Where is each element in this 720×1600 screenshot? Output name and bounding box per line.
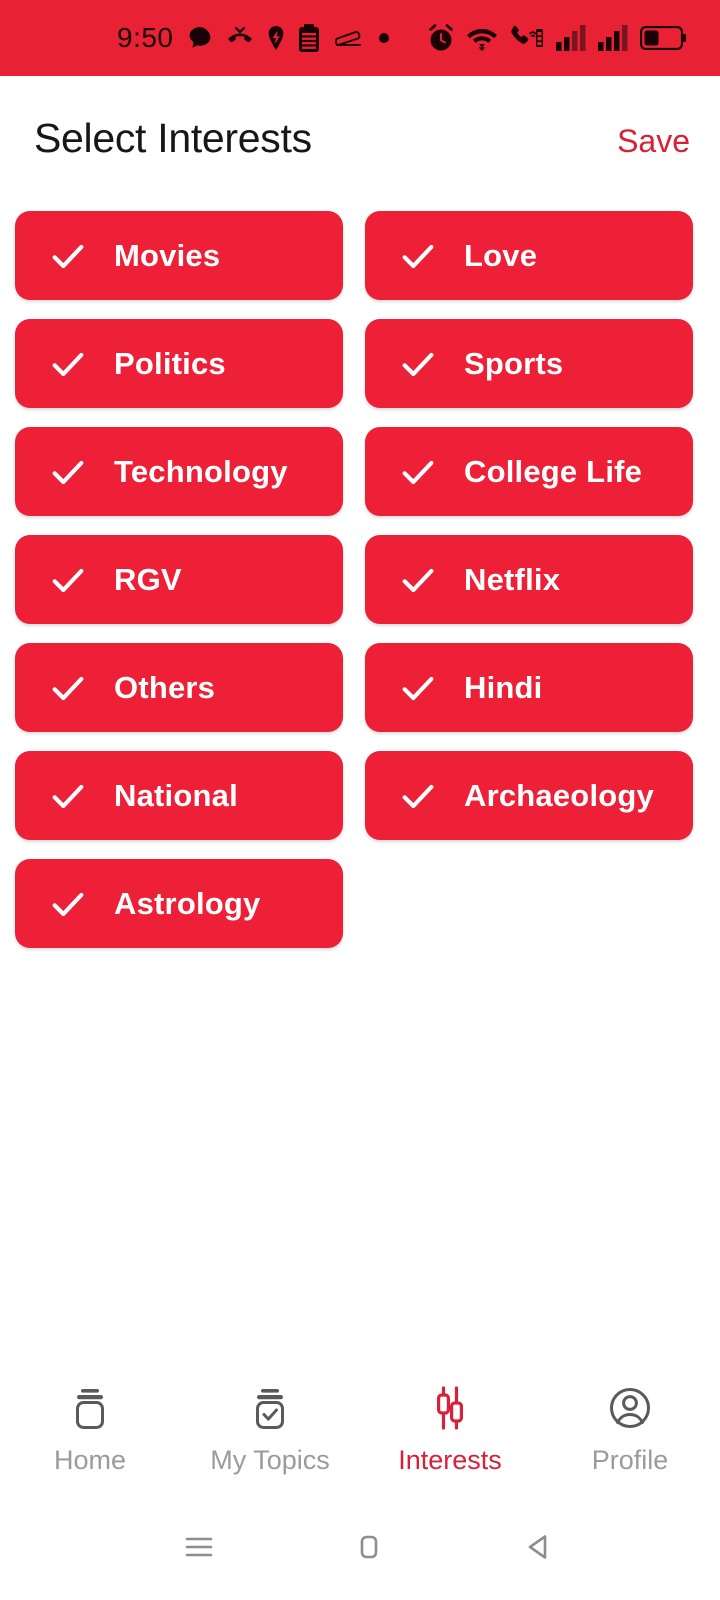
interest-chip[interactable]: Sports (365, 319, 693, 408)
phone-screen: 9:50 Select Interests Save Movies Love P… (0, 0, 720, 1600)
interest-chip-label: National (114, 778, 238, 813)
interest-chip-label: College Life (464, 454, 643, 489)
save-button[interactable]: Save (615, 125, 692, 157)
location-pin-icon (268, 26, 283, 50)
battery-icon (640, 26, 686, 50)
check-icon (52, 784, 84, 808)
chat-bubble-icon (189, 27, 210, 48)
interest-chip[interactable]: Others (15, 643, 343, 732)
page-header: Select Interests Save (0, 76, 720, 159)
interest-chip-label: Hindi (464, 670, 543, 705)
check-icon (52, 460, 84, 484)
interest-chip-label: Movies (114, 238, 221, 273)
check-icon (52, 892, 84, 916)
interest-chip[interactable]: RGV (15, 535, 343, 624)
tab-profile[interactable]: Profile (540, 1382, 720, 1474)
check-icon (402, 460, 434, 484)
tab-my-topics[interactable]: My Topics (180, 1382, 360, 1474)
recents-icon[interactable] (181, 1529, 217, 1568)
interest-chip-label: RGV (114, 562, 182, 597)
battery-saver-icon (298, 24, 319, 52)
check-icon (402, 244, 434, 268)
interest-chip[interactable]: Astrology (15, 859, 343, 948)
home-icon[interactable] (351, 1529, 387, 1568)
check-icon (52, 676, 84, 700)
dot-icon (378, 33, 389, 43)
newspaper-check-icon (256, 1389, 284, 1429)
missed-call-icon (227, 26, 252, 43)
check-icon (402, 352, 434, 376)
check-icon (52, 352, 84, 376)
interest-chip-label: Astrology (114, 886, 261, 921)
account-circle-icon (610, 1388, 650, 1428)
check-icon (52, 568, 84, 592)
interest-chip[interactable]: Hindi (365, 643, 693, 732)
tab-my-topics-label: My Topics (210, 1445, 330, 1475)
interest-chip[interactable]: Politics (15, 319, 343, 408)
back-icon[interactable] (521, 1529, 557, 1568)
interest-chip-label: Sports (464, 346, 564, 381)
tab-interests-label: Interests (398, 1445, 502, 1475)
interest-chip-label: Love (464, 238, 538, 273)
interest-chip[interactable]: Netflix (365, 535, 693, 624)
tab-home[interactable]: Home (0, 1382, 180, 1474)
interests-list: Movies Love Politics Sports Technology Colleg… (0, 159, 720, 1366)
status-bar: 9:50 (0, 0, 720, 76)
interest-chip-label: Others (114, 670, 216, 705)
interest-chip-label: Politics (114, 346, 226, 381)
check-icon (52, 244, 84, 268)
tune-sliders-icon (437, 1386, 464, 1430)
check-icon (402, 676, 434, 700)
signal-bars-sim2-icon (598, 25, 628, 51)
check-icon (402, 784, 434, 808)
interest-chip[interactable]: College Life (365, 427, 693, 516)
wifi-icon (467, 29, 497, 51)
signal-bars-sim1-icon (556, 25, 586, 51)
sofa-icon (334, 31, 361, 46)
check-icon (402, 568, 434, 592)
tab-interests[interactable]: Interests (360, 1382, 540, 1474)
tab-home-label: Home (53, 1445, 127, 1475)
interest-chip[interactable]: Love (365, 211, 693, 300)
interests-grid: Movies Love Politics Sports Technology Colleg… (0, 211, 720, 948)
android-navigation-bar (0, 1496, 720, 1600)
bottom-navigation: Home My Topics Interests Profile (0, 1366, 720, 1496)
interest-chip-label: Technology (114, 454, 288, 489)
interest-chip[interactable]: Archaeology (365, 751, 693, 840)
interest-chip[interactable]: National (15, 751, 343, 840)
status-bar-clock: 9:50 (117, 22, 174, 53)
call-signal-icon (511, 25, 543, 47)
interest-chip[interactable]: Movies (15, 211, 343, 300)
interest-chip[interactable]: Technology (15, 427, 343, 516)
status-bar-left: 9:50 (117, 24, 390, 52)
newspaper-icon (76, 1389, 104, 1429)
page-title: Select Interests (34, 115, 312, 161)
status-bar-right (428, 24, 686, 52)
alarm-icon (429, 24, 453, 51)
interest-chip-label: Archaeology (464, 778, 654, 813)
tab-profile-label: Profile (591, 1445, 669, 1475)
interest-chip-label: Netflix (464, 562, 561, 597)
